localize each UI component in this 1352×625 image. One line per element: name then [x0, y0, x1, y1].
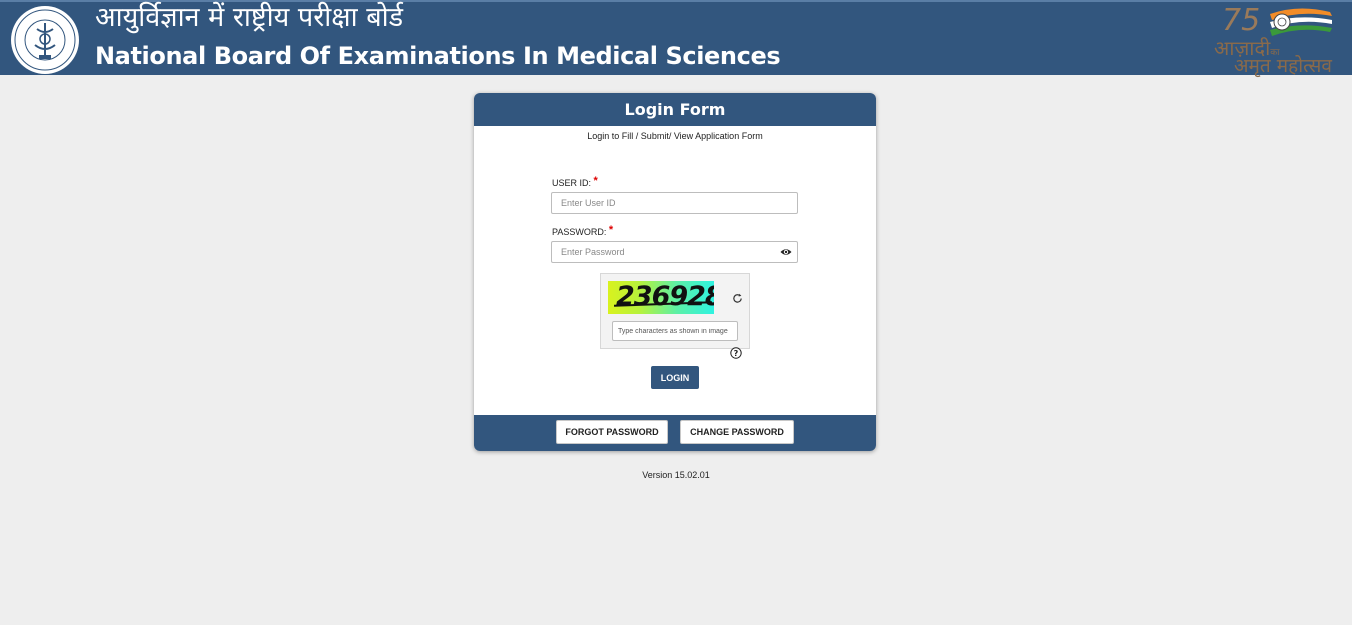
svg-text:75: 75 [1222, 3, 1260, 38]
forgot-password-button[interactable]: FORGOT PASSWORD [556, 420, 668, 444]
login-card: Login Form Login to Fill / Submit/ View … [474, 93, 876, 451]
show-password-eye-icon[interactable] [780, 246, 792, 258]
user-id-label: USER ID: * [552, 175, 598, 188]
login-button[interactable]: LOGIN [651, 366, 699, 389]
header-title-hindi: आयुर्विज्ञान में राष्ट्रीय परीक्षा बोर्ड [95, 2, 404, 33]
captcha-help-icon[interactable]: ? [730, 347, 742, 359]
captcha-input-wrap [601, 301, 751, 341]
header-title-english: National Board Of Examinations In Medica… [95, 42, 781, 70]
login-card-footer: FORGOT PASSWORD CHANGE PASSWORD [474, 415, 876, 451]
azadi-text-line2: अमृत महोत्सव [1234, 55, 1332, 77]
captcha-input[interactable] [612, 321, 738, 341]
password-input[interactable] [551, 241, 798, 263]
change-password-button[interactable]: CHANGE PASSWORD [680, 420, 794, 444]
login-form-subtitle: Login to Fill / Submit/ View Application… [587, 131, 763, 141]
svg-text:?: ? [734, 349, 739, 358]
azadi-ka-amrit-mahotsav-logo: 75 आज़ादीका अमृत महोत्सव [1208, 2, 1348, 77]
password-label: PASSWORD: * [552, 224, 614, 237]
captcha-box: 236928 [600, 273, 750, 349]
user-id-input[interactable] [551, 192, 798, 214]
site-header: आयुर्विज्ञान में राष्ट्रीय परीक्षा बोर्ड… [0, 0, 1352, 77]
nbe-logo-icon [11, 6, 79, 74]
version-text: Version 15.02.01 [642, 470, 710, 480]
login-form-title: Login Form [474, 93, 876, 126]
